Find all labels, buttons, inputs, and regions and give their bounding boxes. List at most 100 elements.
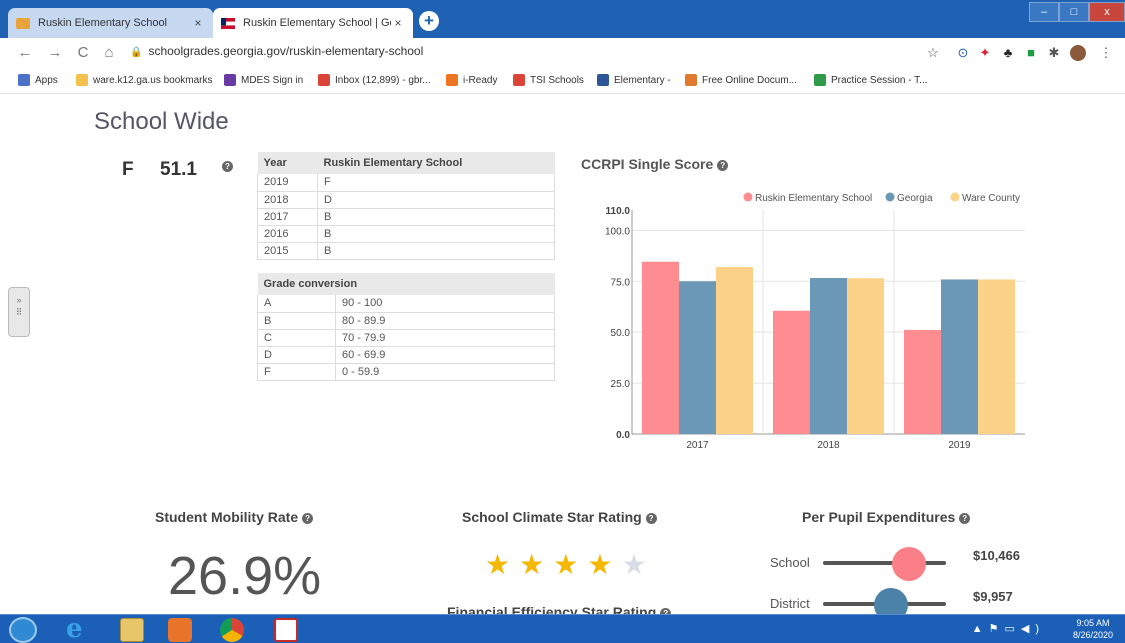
help-icon[interactable]: ?: [717, 159, 729, 171]
tab-title: Ruskin Elementary School: [38, 17, 168, 29]
grip-dots-icon: ⠿: [15, 307, 23, 317]
bar: [941, 279, 978, 434]
bar: [847, 278, 884, 434]
network-icon[interactable]: ▭: [1004, 623, 1020, 635]
volume-icon[interactable]: ◀): [1021, 623, 1045, 635]
bar: [642, 261, 679, 434]
tab-ruskin-2[interactable]: Ruskin Elementary School | Georg ×: [213, 8, 413, 38]
address-bar: ← → C ⌂ 🔒 schoolgrades.georgia.gov/ruskin…: [0, 38, 1125, 68]
bookmark-mdes[interactable]: MDES Sign in: [224, 74, 303, 86]
chrome-icon[interactable]: [220, 618, 244, 642]
bookmark-tsi-schools[interactable]: TSI Schools: [513, 74, 584, 86]
bookmark-free-online-docs[interactable]: Free Online Docum...: [685, 74, 797, 86]
table-row: 2017 B: [257, 208, 555, 226]
internet-explorer-icon[interactable]: e: [66, 616, 90, 642]
bookmark-star-icon[interactable]: ☆: [925, 45, 941, 61]
climate-star-rating: ★ ★ ★ ★ ★: [485, 550, 656, 580]
help-icon[interactable]: ?: [222, 161, 233, 172]
legend-swatch: [885, 192, 895, 202]
table-row: 2015 B: [257, 242, 555, 260]
expenditure-label: School: [770, 555, 810, 570]
expenditure-value: $10,466: [973, 548, 1020, 563]
ccrpi-chart-title: CCRPI Single Score ?: [581, 156, 729, 172]
bar: [810, 278, 847, 434]
extension-play-icon[interactable]: ⊙: [955, 45, 971, 61]
letter-cell: D: [257, 346, 336, 364]
minimize-button[interactable]: –: [1029, 2, 1059, 22]
menu-dots-icon[interactable]: ⋮: [1098, 45, 1114, 61]
folder-icon: [76, 74, 88, 86]
expenditure-marker: [892, 547, 927, 581]
bookmark-inbox[interactable]: Inbox (12,899) - gbr...: [318, 74, 431, 86]
bookmark-apps[interactable]: Apps: [18, 74, 58, 86]
apps-grid-icon: [18, 74, 30, 86]
grade-cell: B: [317, 208, 555, 226]
maximize-button[interactable]: □: [1059, 2, 1089, 22]
bookmark-iready[interactable]: i-Ready: [446, 74, 497, 86]
extension-classroom-icon[interactable]: ■: [1023, 45, 1039, 61]
bookmark-label: i-Ready: [463, 74, 498, 86]
bar: [978, 279, 1015, 434]
y-tick-label: 0.0: [616, 430, 630, 441]
system-clock[interactable]: 9:05 AM 8/26/2020: [1067, 617, 1119, 641]
tab-ruskin-1[interactable]: Ruskin Elementary School ×: [8, 8, 213, 38]
windows-taskbar: e ▲⚑▭◀) 9:05 AM 8/26/2020: [0, 614, 1125, 643]
extension-brush-icon[interactable]: ♣: [1000, 45, 1016, 61]
year-cell: 2017: [257, 208, 318, 226]
new-tab-button[interactable]: +: [419, 11, 439, 31]
extensions-puzzle-icon[interactable]: ✱: [1046, 45, 1062, 61]
bar: [773, 310, 810, 434]
tray-icons: ▲⚑▭◀): [972, 622, 1045, 635]
bookmark-label: TSI Schools: [530, 74, 584, 86]
legend-label: Georgia: [897, 193, 933, 204]
clock-time: 9:05 AM: [1076, 618, 1110, 628]
bookmark-label: Inbox (12,899) - gbr...: [335, 74, 431, 86]
grade-conversion-table: Grade conversion A 90 - 100 B 80 - 89.9 C7…: [257, 273, 555, 381]
media-player-icon[interactable]: [168, 618, 192, 642]
profile-avatar-icon[interactable]: [1070, 45, 1086, 61]
side-panel-handle[interactable]: » ⠿: [8, 287, 30, 337]
file-explorer-icon[interactable]: [120, 618, 144, 642]
bookmark-practice-session[interactable]: Practice Session - T...: [814, 74, 928, 86]
column-header-grade-conversion: Grade conversion: [257, 273, 555, 295]
expenditure-row-school: School $10,466: [770, 547, 1070, 581]
reload-icon[interactable]: C: [74, 44, 92, 62]
window-controls: – □ x: [1029, 2, 1125, 22]
tab-close-icon[interactable]: ×: [391, 16, 405, 30]
help-icon[interactable]: ?: [645, 512, 657, 524]
back-arrow-icon[interactable]: ←: [16, 44, 34, 62]
y-tick-label: 50.0: [611, 328, 631, 339]
acrobat-icon[interactable]: [274, 618, 298, 642]
y-tick-label: 25.0: [611, 379, 631, 390]
extension-megaphone-icon[interactable]: ✦: [977, 45, 993, 61]
year-cell: 2015: [257, 242, 318, 260]
tray-arrow-icon[interactable]: ▲: [972, 623, 989, 635]
tab-strip: Ruskin Elementary School × Ruskin Elemen…: [0, 0, 1125, 38]
table-row: 2018 D: [257, 191, 555, 209]
year-cell: 2019: [257, 174, 318, 192]
expenditure-track: [823, 547, 946, 581]
document-icon: [685, 74, 697, 86]
start-button[interactable]: [9, 617, 37, 643]
bookmark-ware-k12[interactable]: ware.k12.ga.us bookmarks: [76, 74, 213, 86]
help-icon[interactable]: ?: [959, 512, 971, 524]
table-row: A 90 - 100: [257, 295, 555, 313]
forward-arrow-icon[interactable]: →: [46, 44, 64, 62]
url-field[interactable]: 🔒 schoolgrades.georgia.gov/ruskin-element…: [130, 44, 423, 58]
star-filled-icon: ★: [587, 549, 613, 580]
bar: [904, 329, 941, 434]
mobility-heading: Student Mobility Rate ?: [155, 509, 314, 525]
tab-close-icon[interactable]: ×: [191, 16, 205, 30]
bookmark-elementary[interactable]: Elementary -: [597, 74, 671, 86]
table-row: 2016 B: [257, 225, 555, 243]
grade-cell: B: [317, 225, 555, 243]
bookmark-label: Elementary -: [614, 74, 671, 86]
close-window-button[interactable]: x: [1089, 2, 1125, 22]
clock-date: 8/26/2020: [1072, 630, 1114, 640]
expand-arrows-icon: »: [16, 295, 22, 305]
flag-icon[interactable]: ⚑: [989, 623, 1005, 635]
help-icon[interactable]: ?: [302, 512, 314, 524]
bookmark-label: Practice Session - T...: [831, 74, 928, 86]
home-icon[interactable]: ⌂: [100, 44, 118, 62]
overall-grade-letter: F: [122, 159, 134, 180]
